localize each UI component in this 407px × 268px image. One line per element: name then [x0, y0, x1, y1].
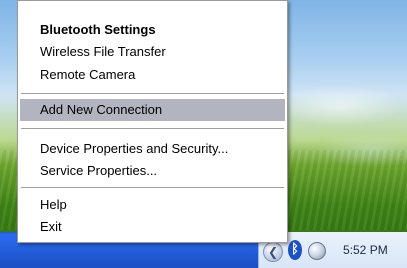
- bluetooth-tray-icon[interactable]: ᛒ: [288, 240, 302, 260]
- menu-item-device-properties-security[interactable]: Device Properties and Security...: [20, 138, 285, 160]
- menu-item-exit[interactable]: Exit: [20, 216, 285, 238]
- bluetooth-context-menu: Bluetooth Settings Wireless File Transfe…: [17, 0, 288, 243]
- menu-item-help[interactable]: Help: [20, 194, 285, 216]
- show-hidden-icons-chevron-icon[interactable]: ❮: [263, 242, 283, 262]
- menu-separator: [21, 128, 284, 129]
- menu-separator: [21, 93, 284, 94]
- menu-separator: [21, 187, 284, 188]
- menu-item-remote-camera[interactable]: Remote Camera: [20, 64, 285, 86]
- menu-item-wireless-file-transfer[interactable]: Wireless File Transfer: [20, 41, 285, 63]
- network-tray-icon[interactable]: [308, 242, 326, 260]
- menu-item-service-properties[interactable]: Service Properties...: [20, 160, 285, 182]
- menu-item-add-new-connection[interactable]: Add New Connection: [20, 99, 285, 121]
- tray-clock[interactable]: 5:52 PM: [343, 243, 388, 257]
- menu-item-bluetooth-settings[interactable]: Bluetooth Settings: [20, 19, 285, 41]
